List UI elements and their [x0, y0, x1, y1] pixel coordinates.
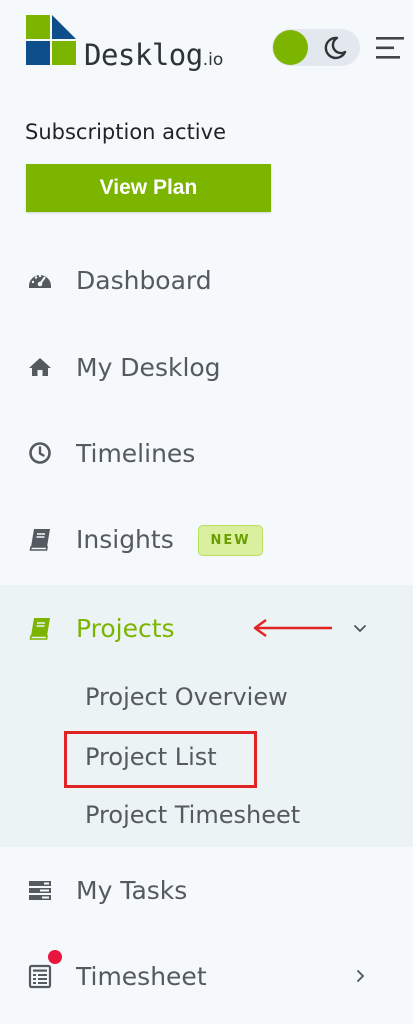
nav-label: Insights — [76, 524, 174, 554]
sub-item-project-overview[interactable]: Project Overview — [85, 683, 288, 711]
clock-icon — [27, 440, 53, 466]
toggle-knob — [273, 30, 308, 65]
nav-item-my-tasks[interactable]: My Tasks — [0, 860, 413, 920]
timesheet-icon — [27, 963, 53, 989]
new-badge: NEW — [198, 525, 263, 556]
nav-item-timesheet[interactable]: Timesheet — [0, 946, 413, 1006]
nav-item-insights[interactable]: Insights NEW — [0, 509, 413, 569]
nav-item-my-desklog[interactable]: My Desklog — [0, 337, 413, 397]
sidebar: Desklog.io Subscription active View Plan… — [0, 0, 413, 1024]
nav-item-dashboard[interactable]: Dashboard — [0, 250, 413, 310]
nav-label: My Tasks — [76, 875, 188, 905]
nav-item-timelines[interactable]: Timelines — [0, 423, 413, 483]
annotation-arrow — [253, 619, 332, 637]
brand-name: Desklog.io — [84, 38, 224, 72]
nav-label: Timelines — [76, 438, 196, 468]
view-plan-button[interactable]: View Plan — [26, 164, 271, 212]
tasks-icon — [27, 877, 53, 903]
home-icon — [27, 354, 53, 380]
brand-tld: .io — [202, 50, 224, 70]
nav-label: Projects — [76, 613, 175, 643]
moon-icon — [324, 36, 347, 60]
nav-label: My Desklog — [76, 352, 221, 382]
annotation-highlight-box — [64, 731, 257, 788]
book-icon — [27, 615, 53, 641]
menu-icon[interactable] — [376, 36, 406, 60]
dark-mode-toggle[interactable] — [272, 29, 360, 66]
notification-dot — [48, 950, 62, 964]
projects-section: Projects Project Overview Project List P… — [0, 585, 413, 847]
subscription-status: Subscription active — [25, 120, 226, 144]
nav-item-projects[interactable]: Projects — [0, 598, 413, 658]
chevron-right-icon[interactable] — [350, 966, 370, 986]
nav-label: Timesheet — [76, 961, 207, 991]
logo-mark-icon — [26, 15, 76, 65]
chevron-down-icon[interactable] — [350, 618, 370, 638]
nav-label: Dashboard — [76, 265, 212, 295]
sub-item-project-timesheet[interactable]: Project Timesheet — [85, 801, 300, 829]
book-icon — [27, 526, 53, 552]
dashboard-icon — [27, 267, 53, 293]
